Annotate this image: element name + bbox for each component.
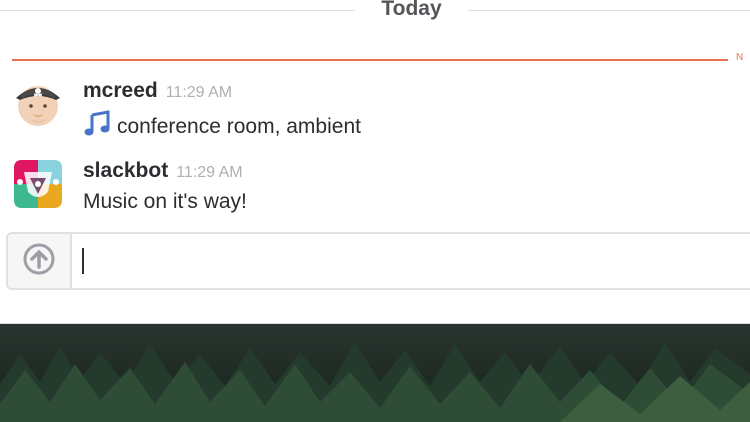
message-text: conference room, ambient [117, 115, 361, 138]
message-input[interactable] [72, 234, 748, 288]
new-messages-divider [12, 59, 728, 61]
slackbot-avatar[interactable] [12, 158, 64, 210]
divider-line-right [468, 10, 750, 11]
new-messages-label: N [736, 52, 744, 63]
message-body: conference room, ambient [83, 110, 361, 144]
username[interactable]: mcreed [83, 79, 158, 102]
message-header: slackbot 11:29 AM [83, 159, 243, 183]
chat-panel: Today N mcreed 11:29 AM conference room,… [0, 0, 750, 324]
background-forest-image [0, 324, 750, 422]
upload-arrow-icon [22, 242, 56, 281]
message-header: mcreed 11:29 AM [83, 79, 232, 103]
timestamp[interactable]: 11:29 AM [166, 84, 232, 101]
day-divider: Today [0, 0, 750, 26]
pirate-avatar[interactable] [12, 78, 64, 130]
divider-line-left [0, 10, 355, 11]
text-caret [82, 248, 84, 274]
upload-button[interactable] [8, 234, 72, 288]
message-body: Music on it's way! [83, 190, 247, 214]
message-text: Music on it's way! [83, 190, 247, 213]
username[interactable]: slackbot [83, 159, 168, 182]
musical-note-icon [83, 110, 111, 144]
timestamp[interactable]: 11:29 AM [176, 164, 242, 181]
message-composer [6, 232, 750, 290]
day-divider-label: Today [381, 0, 442, 20]
